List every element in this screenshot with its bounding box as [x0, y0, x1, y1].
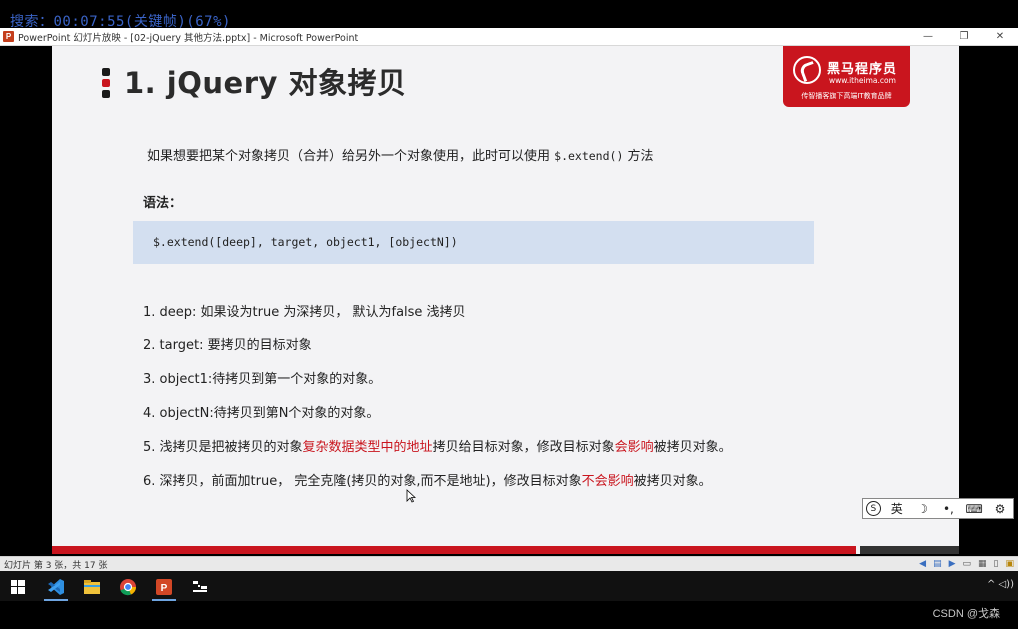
- slide-menu-icon[interactable]: ▤: [933, 559, 942, 569]
- powerpoint-icon: P: [3, 31, 14, 42]
- window-title: PowerPoint 幻灯片放映 - [02-jQuery 其他方法.pptx]…: [18, 32, 359, 44]
- ime-toolbar[interactable]: S 英 ☽ •, ⌨ ⚙: [862, 498, 1014, 519]
- intro-code: $.extend(): [554, 149, 624, 163]
- moon-icon[interactable]: ☽: [913, 502, 933, 516]
- highlight-affects: 会影响: [614, 440, 654, 455]
- itheima-logo: 黑马程序员 www.itheima.com 传智播客旗下高端IT教育品牌: [783, 46, 910, 107]
- list-item-target: 2. target: 要拷贝的目标对象: [143, 338, 312, 353]
- close-button[interactable]: ✕: [982, 28, 1018, 45]
- syntax-code-box: $.extend([deep], target, object1, [objec…: [133, 221, 814, 264]
- punctuation-icon[interactable]: •,: [938, 502, 958, 516]
- list-item-deep-copy: 6. 深拷贝，前面加true， 完全克隆(拷贝的对象,而不是地址)，修改目标对象…: [143, 474, 712, 489]
- highlight-complex-address: 复杂数据类型中的地址: [302, 440, 433, 455]
- minimize-button[interactable]: —: [910, 28, 946, 45]
- slideshow-left-margin: [0, 46, 52, 554]
- vscode-icon[interactable]: [40, 575, 72, 601]
- window-controls: — ❐ ✕: [910, 28, 1018, 45]
- status-bar-controls: ◀ ▤ ▶ ▭ ▦ ▯ ▣: [919, 557, 1014, 571]
- slide-footer-bar: [52, 546, 856, 554]
- svg-text:P: P: [161, 583, 168, 594]
- slideshow-right-margin: [959, 46, 1018, 554]
- intro-suffix: 方法: [623, 149, 654, 164]
- csdn-watermark: CSDN @戈森: [932, 608, 1000, 620]
- search-overlay-text: 搜索：00:07:55(关键帧)(67%): [10, 14, 231, 30]
- bottom-black-strip: [0, 601, 1018, 629]
- syntax-code: $.extend([deep], target, object1, [objec…: [153, 235, 458, 249]
- list-item-objectN: 4. objectN:待拷贝到第N个对象的对象。: [143, 406, 380, 421]
- powerpoint-taskbar-icon[interactable]: P: [148, 575, 180, 601]
- intro-prefix: 如果想要把某个对象拷贝（合并）给另外一个对象使用，此时可以使用: [147, 149, 555, 164]
- chrome-icon[interactable]: [112, 575, 144, 599]
- slide-footer-dark-bar: [860, 546, 959, 554]
- file-explorer-icon[interactable]: [76, 575, 108, 599]
- system-tray[interactable]: ^ ◁)): [987, 579, 1014, 590]
- status-bar: 幻灯片 第 3 张，共 17 张 ◀ ▤ ▶ ▭ ▦ ▯ ▣: [0, 556, 1018, 571]
- list-item-deep: 1. deep: 如果设为true 为深拷贝， 默认为false 浅拷贝: [143, 305, 466, 320]
- slideshow-view-icon[interactable]: ▣: [1005, 559, 1014, 569]
- horse-logo-icon: [793, 56, 821, 84]
- slide-counter: 幻灯片 第 3 张，共 17 张: [4, 560, 108, 571]
- logo-url: www.itheima.com: [829, 76, 896, 85]
- sorter-view-icon[interactable]: ▦: [978, 559, 987, 569]
- keyboard-icon[interactable]: ⌨: [964, 502, 984, 516]
- restore-button[interactable]: ❐: [946, 28, 982, 45]
- settings-icon[interactable]: ⚙: [990, 502, 1010, 516]
- slide-title: 1. jQuery 对象拷贝: [124, 66, 407, 100]
- list-item-object1: 3. object1:待拷贝到第一个对象的对象。: [143, 372, 382, 387]
- sogou-logo-icon[interactable]: S: [865, 501, 881, 516]
- next-slide-icon[interactable]: ▶: [949, 559, 956, 569]
- taskbar: P ^ ◁)): [0, 571, 1018, 601]
- reading-view-icon[interactable]: ▯: [994, 559, 999, 569]
- slide[interactable]: 1. jQuery 对象拷贝 黑马程序员 www.itheima.com 传智播…: [52, 46, 959, 554]
- ime-language-toggle[interactable]: 英: [887, 500, 907, 517]
- window-titlebar: P PowerPoint 幻灯片放映 - [02-jQuery 其他方法.ppt…: [0, 28, 1018, 46]
- normal-view-icon[interactable]: ▭: [963, 559, 972, 569]
- logo-name: 黑马程序员: [827, 62, 898, 77]
- logo-slogan: 传智播客旗下高端IT教育品牌: [801, 92, 892, 100]
- syntax-label: 语法：: [143, 196, 183, 211]
- intro-text: 如果想要把某个对象拷贝（合并）给另外一个对象使用，此时可以使用 $.extend…: [147, 145, 654, 164]
- title-bullet-decoration: [102, 68, 111, 101]
- tool-icon[interactable]: [184, 575, 216, 599]
- mouse-cursor-icon: [406, 489, 416, 503]
- windows-start-icon[interactable]: [2, 575, 34, 599]
- list-item-shallow-copy: 5. 浅拷贝是把被拷贝的对象复杂数据类型中的地址拷贝给目标对象，修改目标对象会影…: [143, 440, 732, 455]
- highlight-not-affects: 不会影响: [581, 474, 634, 489]
- previous-slide-icon[interactable]: ◀: [919, 559, 926, 569]
